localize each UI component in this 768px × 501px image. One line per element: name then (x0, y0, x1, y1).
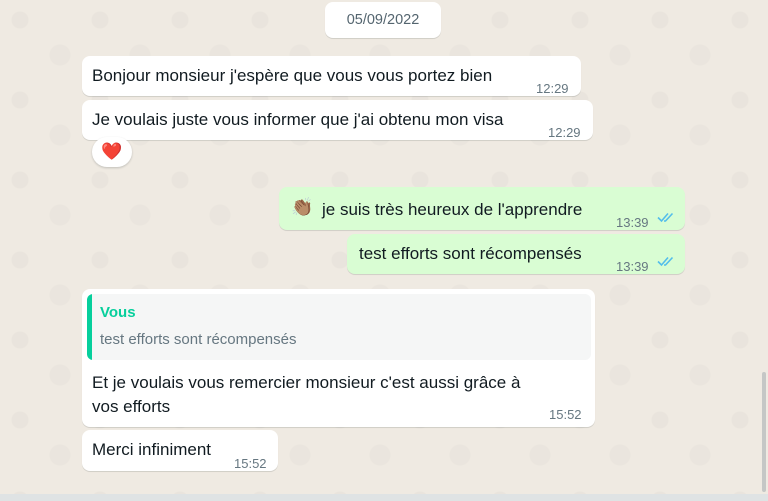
message-time: 13:39 (616, 259, 649, 274)
message-text: test efforts sont récompensés (359, 244, 582, 263)
message-time: 15:52 (234, 456, 267, 471)
date-separator: 05/09/2022 (325, 2, 441, 38)
quote-accent-bar (87, 294, 92, 360)
date-label: 05/09/2022 (346, 12, 420, 28)
double-check-icon (657, 212, 674, 223)
clapping-hands-icon: 👏🏽 (291, 197, 314, 217)
incoming-message[interactable]: Bonjour monsieur j'espère que vous vous … (82, 56, 581, 96)
quote-author: Vous (100, 304, 136, 321)
outgoing-message[interactable]: test efforts sont récompensés 13:39 (347, 234, 685, 274)
bottom-divider (0, 494, 768, 501)
message-text: Je voulais juste vous informer que j'ai … (92, 110, 504, 129)
outgoing-message[interactable]: 👏🏽 je suis très heureux de l'apprendre 1… (279, 187, 685, 230)
double-check-icon (657, 256, 674, 267)
incoming-message[interactable]: Merci infiniment 15:52 (82, 430, 278, 471)
quote-text: test efforts sont récompensés (100, 331, 297, 348)
message-text: je suis très heureux de l'apprendre (322, 200, 583, 219)
message-text: Bonjour monsieur j'espère que vous vous … (92, 66, 493, 85)
quoted-message[interactable]: Vous test efforts sont récompensés (87, 294, 591, 360)
scrollbar[interactable] (762, 372, 766, 492)
heart-icon: ❤️ (101, 142, 123, 161)
message-text-line: Et je voulais vous remercier monsieur c'… (92, 373, 521, 392)
message-time: 12:29 (548, 125, 581, 140)
incoming-message[interactable]: Je voulais juste vous informer que j'ai … (82, 100, 593, 140)
message-text-line: vos efforts (92, 397, 171, 416)
message-time: 12:29 (536, 81, 569, 96)
message-time: 13:39 (616, 215, 649, 230)
message-text: Merci infiniment (92, 440, 212, 459)
heart-reaction[interactable]: ❤️ (92, 137, 132, 167)
message-time: 15:52 (549, 407, 582, 422)
